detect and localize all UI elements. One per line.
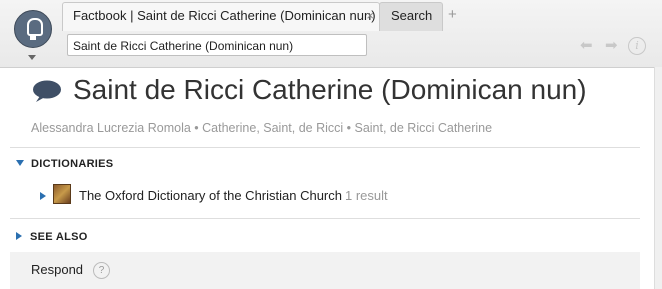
see-also-heading: SEE ALSO <box>30 231 88 243</box>
tab-factbook-label: Factbook | Saint de Ricci Catherine (Dom… <box>73 8 376 23</box>
close-icon[interactable]: × <box>366 3 374 29</box>
tab-search[interactable]: Search <box>379 2 443 31</box>
divider <box>10 147 640 148</box>
chevron-down-icon <box>16 160 24 166</box>
alias-list: Alessandra Lucrezia Romola • Catherine, … <box>31 121 493 135</box>
chevron-down-icon[interactable] <box>28 55 36 60</box>
forward-arrow-icon[interactable]: ➡ <box>605 36 618 54</box>
book-icon <box>53 184 71 204</box>
info-icon[interactable]: i <box>628 37 646 55</box>
back-arrow-icon[interactable]: ⬅ <box>580 36 593 54</box>
address-input[interactable]: Saint de Ricci Catherine (Dominican nun) <box>67 34 367 56</box>
browser-chrome: Factbook | Saint de Ricci Catherine (Dom… <box>0 0 662 68</box>
list-item[interactable]: The Oxford Dictionary of the Christian C… <box>40 184 388 204</box>
new-tab-button[interactable]: + <box>448 2 457 30</box>
tab-factbook[interactable]: Factbook | Saint de Ricci Catherine (Dom… <box>62 2 380 31</box>
dictionaries-heading: DICTIONARIES <box>31 158 114 170</box>
speech-bubble-icon <box>33 80 61 102</box>
respond-panel: Respond ? <box>10 252 640 289</box>
dictionaries-header[interactable]: DICTIONARIES <box>16 158 113 170</box>
divider <box>10 218 640 219</box>
respond-label: Respond <box>31 262 84 277</box>
scrollbar[interactable] <box>654 67 662 289</box>
see-also-header[interactable]: SEE ALSO <box>16 231 88 243</box>
tab-search-label: Search <box>391 8 433 23</box>
help-icon[interactable]: ? <box>93 262 110 279</box>
result-count: 1 result <box>345 188 388 203</box>
dictionary-title[interactable]: The Oxford Dictionary of the Christian C… <box>79 188 342 203</box>
chevron-right-icon <box>16 232 22 240</box>
chevron-right-icon[interactable] <box>40 192 46 200</box>
page-title: Saint de Ricci Catherine (Dominican nun) <box>73 74 587 105</box>
lightbulb-icon[interactable] <box>14 10 52 48</box>
